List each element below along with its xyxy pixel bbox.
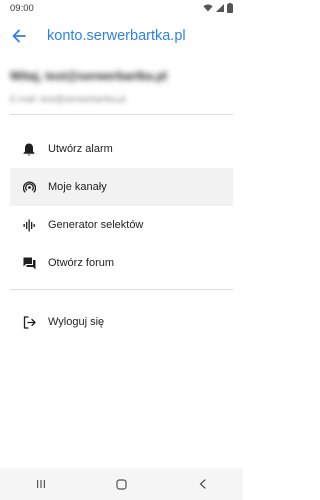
profile-header: Witaj, test@serwerbartka.pl E-mail: test…	[10, 66, 233, 110]
back-button[interactable]	[0, 16, 39, 56]
menu-item-selector-generator[interactable]: Generator selektów	[10, 206, 233, 244]
menu-item-label: Generator selektów	[48, 219, 144, 231]
menu-item-label: Otwórz forum	[48, 257, 115, 269]
waveform-icon	[23, 219, 35, 231]
system-back-button[interactable]	[183, 468, 223, 500]
bell-icon	[23, 143, 35, 155]
menu-item-label: Moje kanały	[48, 181, 107, 193]
recents-icon	[36, 480, 45, 488]
menu-item-logout[interactable]: Wyloguj się	[10, 303, 233, 341]
divider	[10, 289, 233, 290]
arrow-back-icon	[12, 29, 26, 43]
home-icon	[116, 478, 127, 490]
wifi-icon	[203, 4, 213, 12]
status-icons	[203, 3, 233, 13]
app-bar: konto.serwerbartka.pl	[0, 16, 243, 56]
page-title: konto.serwerbartka.pl	[47, 28, 186, 44]
podcast-icon	[22, 180, 36, 193]
menu-item-label: Wyloguj się	[48, 316, 105, 328]
profile-email: E-mail: test@serwerbartka.pl	[10, 94, 126, 104]
menu-item-label: Utwórz alarm	[48, 143, 113, 155]
recents-button[interactable]	[21, 468, 61, 500]
profile-name: Witaj, test@serwerbartka.pl	[10, 69, 167, 83]
system-nav-bar	[0, 468, 243, 500]
menu-item-create-alarm[interactable]: Utwórz alarm	[10, 130, 233, 168]
home-button[interactable]	[102, 468, 142, 500]
forum-icon	[23, 257, 35, 269]
logout-icon	[23, 315, 36, 329]
menu-item-open-forum[interactable]: Otwórz forum	[10, 244, 233, 282]
battery-icon	[227, 3, 233, 13]
status-bar: 09:00	[0, 0, 243, 16]
menu-item-my-channels[interactable]: Moje kanały	[10, 168, 233, 206]
back-icon	[199, 479, 206, 489]
signal-icon	[216, 4, 224, 12]
divider	[10, 114, 233, 115]
status-time: 09:00	[10, 2, 34, 14]
